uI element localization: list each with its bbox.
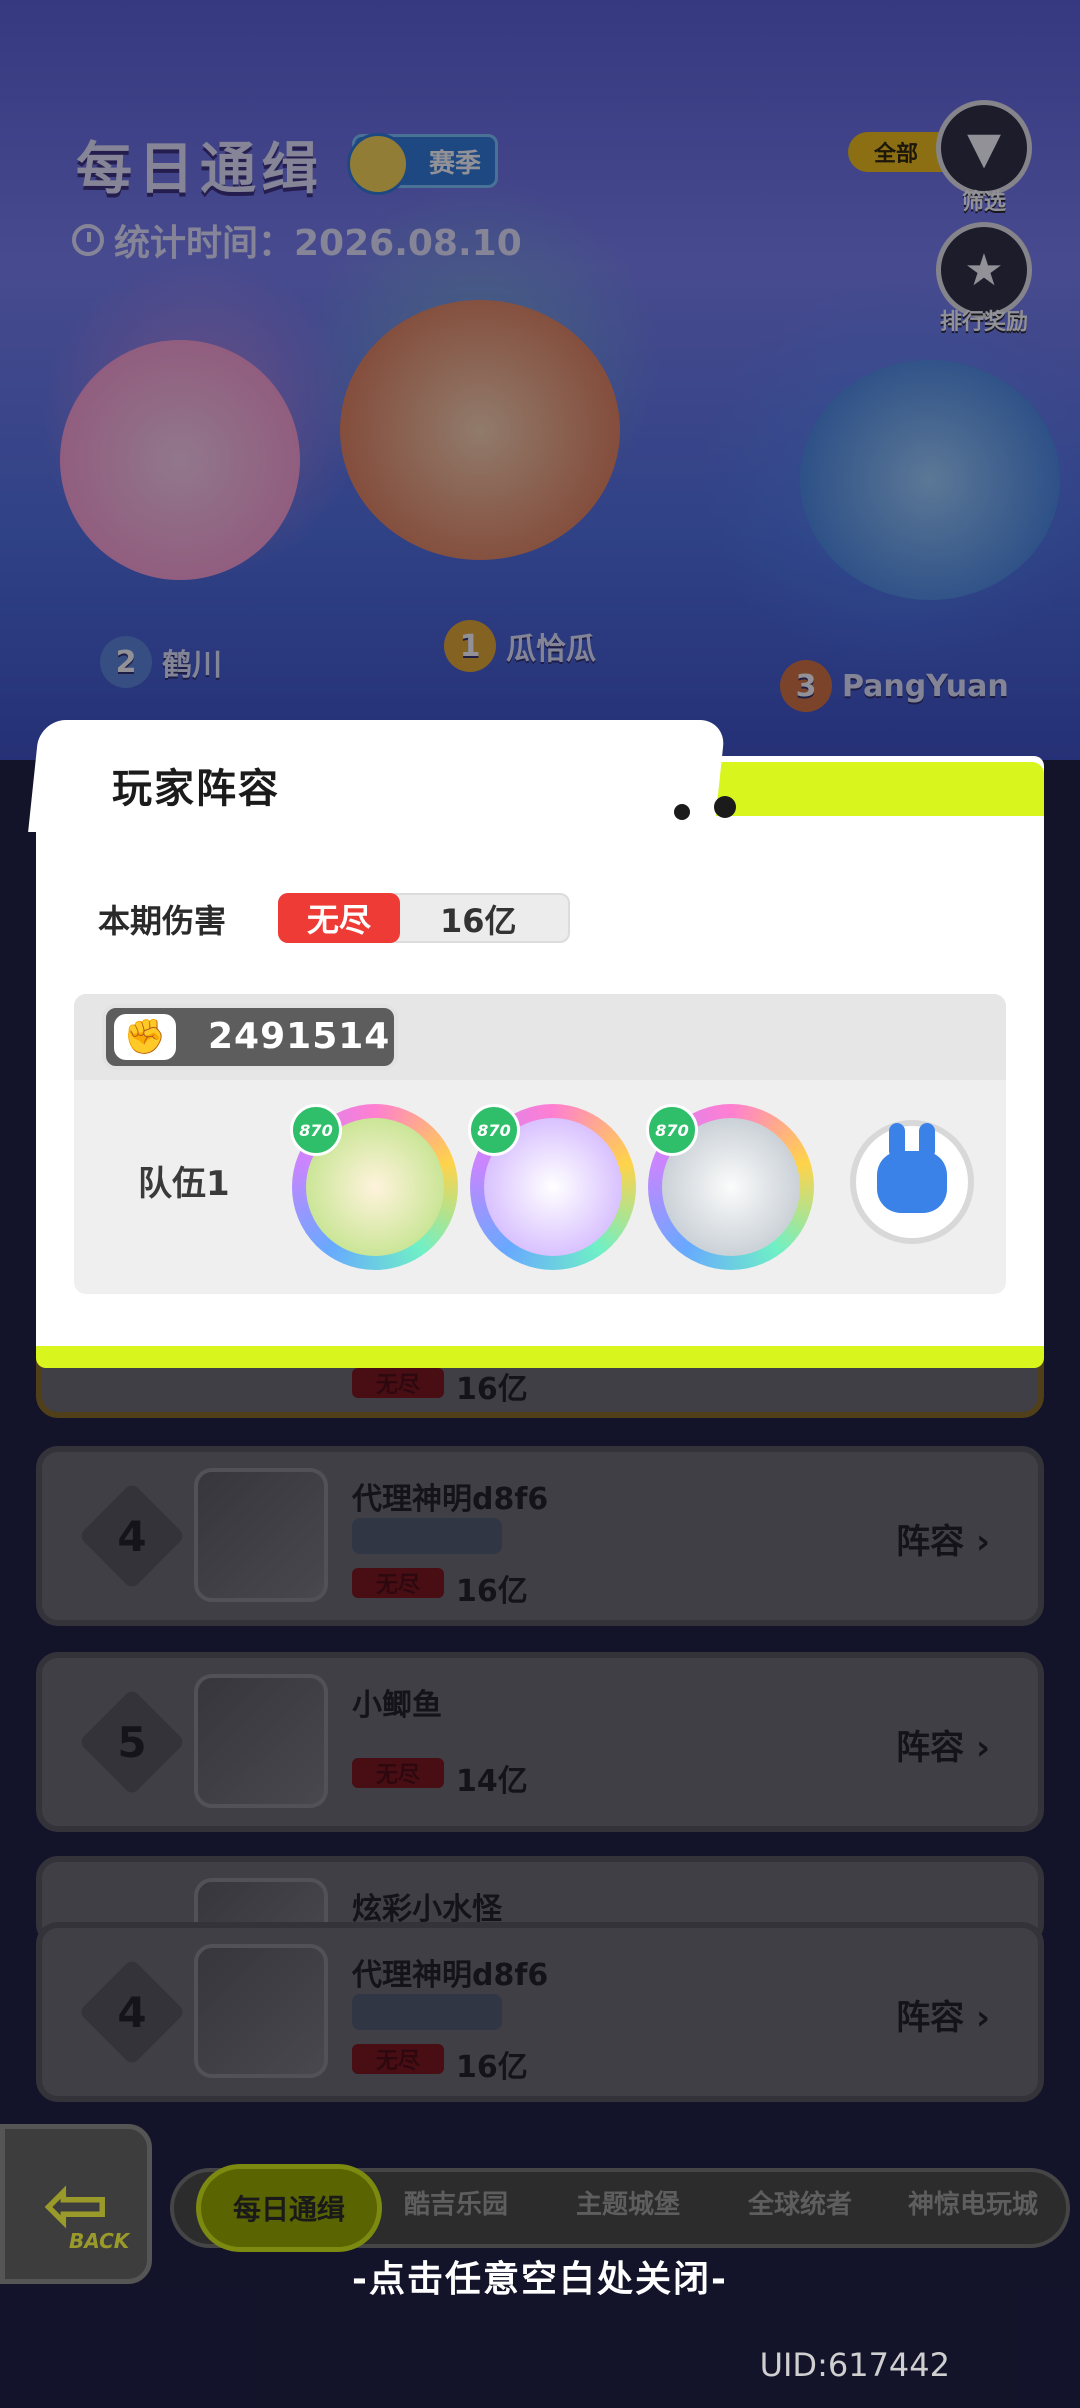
pet-slot[interactable] <box>850 1120 974 1244</box>
tab-kuji-park[interactable]: 酷吉乐园 <box>404 2184 508 2221</box>
team-label: 队伍1 <box>138 1164 230 1204</box>
team-card: ✊ 2491514 队伍1 870 870 870 <box>74 994 1006 1294</box>
fist-icon: ✊ <box>114 1014 176 1060</box>
hero-slot-3[interactable]: 870 <box>646 1104 814 1270</box>
tab-daily-wanted[interactable]: 每日通缉 <box>196 2164 382 2252</box>
damage-mode-tag: 无尽 <box>278 893 400 943</box>
hero-level-badge: 870 <box>646 1104 698 1156</box>
decor-dot <box>714 796 736 818</box>
tab-arcade[interactable]: 神惊电玩城 <box>908 2184 1038 2221</box>
hero-level-badge: 870 <box>290 1104 342 1156</box>
hero-slot-1[interactable]: 870 <box>290 1104 458 1270</box>
hero-slot-2[interactable]: 870 <box>468 1104 636 1270</box>
blue-bunny-pet-icon <box>877 1123 947 1213</box>
decor-dot <box>674 804 690 820</box>
damage-value: 16亿 <box>440 902 517 940</box>
close-hint[interactable]: -点击任意空白处关闭- <box>0 2250 1080 2302</box>
power-badge: ✊ 2491514 <box>102 1004 398 1070</box>
modal-title: 玩家阵容 <box>112 766 280 812</box>
tab-global[interactable]: 全球统者 <box>748 2184 852 2221</box>
tab-theme-castle[interactable]: 主题城堡 <box>576 2184 680 2221</box>
user-id: UID:617442 <box>759 2346 950 2384</box>
power-value: 2491514 <box>208 1016 391 1057</box>
hero-level-badge: 870 <box>468 1104 520 1156</box>
damage-label: 本期伤害 <box>98 902 227 940</box>
